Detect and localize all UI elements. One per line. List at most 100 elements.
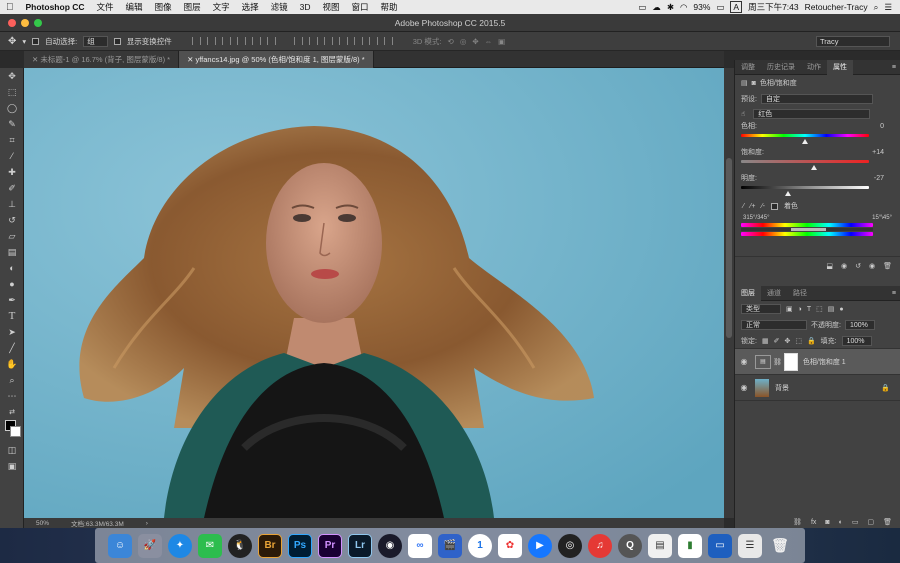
dock-quicktime-icon[interactable]: Q (618, 533, 642, 558)
delete-adjustment-icon[interactable]: 🗑 (883, 262, 892, 270)
dock-bridge-icon[interactable]: Br (258, 533, 282, 558)
layer-mask-thumbnail[interactable] (783, 352, 798, 371)
align-right-icon[interactable] (266, 37, 276, 45)
dock-baidu-icon[interactable]: ∞ (408, 533, 432, 558)
filter-adjust-icon[interactable]: ◑ (798, 306, 802, 313)
minimize-window-button[interactable] (21, 19, 29, 27)
layer-style-icon[interactable]: fx (811, 519, 816, 526)
distribute-hcenter-icon[interactable] (353, 37, 363, 45)
new-layer-icon[interactable]: ▢ (867, 518, 874, 526)
menu-help[interactable]: 帮助 (375, 1, 404, 13)
tab-paths[interactable]: 路径 (787, 286, 813, 301)
eyedropper-plus-icon[interactable]: ⁄+ (750, 203, 755, 210)
menu-select[interactable]: 选择 (236, 1, 265, 13)
background-color[interactable] (10, 426, 21, 437)
menu-3d[interactable]: 3D (294, 2, 317, 12)
dodge-tool-icon[interactable]: ● (0, 276, 24, 292)
dock-notes-icon[interactable]: ☰ (738, 533, 762, 558)
filter-toggle-icon[interactable]: ● (839, 306, 843, 313)
targeted-adjust-icon[interactable]: ☝ (741, 110, 745, 118)
document-canvas[interactable] (24, 68, 724, 518)
workspace-dropdown[interactable]: Tracy (816, 35, 890, 47)
filter-shape-icon[interactable]: ⬚ (816, 305, 823, 313)
quick-mask-icon[interactable]: ◫ (0, 442, 24, 458)
menu-filter[interactable]: 滤镜 (265, 1, 294, 13)
lightness-value[interactable]: -27 (874, 175, 884, 182)
align-bottom-icon[interactable] (221, 37, 231, 45)
scrollbar-thumb[interactable] (726, 158, 732, 338)
layer-row-hue-saturation[interactable]: ◉ ▤ ⛓ 色相/饱和度 1 (735, 349, 900, 375)
hue-slider-thumb[interactable] (802, 139, 808, 144)
tab-properties[interactable]: 属性 (827, 59, 853, 75)
pen-tool-icon[interactable]: ✒ (0, 292, 24, 308)
hue-slider[interactable] (741, 134, 869, 137)
dock-preview-icon[interactable]: ▤ (648, 533, 672, 558)
history-brush-tool-icon[interactable]: ↺ (0, 212, 24, 228)
layer-name[interactable]: 色相/饱和度 1 (803, 357, 846, 367)
tab-document-2[interactable]: ✕ yffancs14.jpg @ 50% (色相/饱和度 1, 图层蒙版/8)… (179, 51, 374, 68)
filter-pixel-icon[interactable]: ▣ (786, 305, 793, 313)
input-method-icon[interactable]: A (730, 1, 743, 13)
opacity-field[interactable]: 100% (844, 320, 875, 330)
user-name[interactable]: Retoucher-Tracy (805, 2, 868, 12)
crop-tool-icon[interactable]: ⌗ (0, 132, 24, 148)
tab-actions[interactable]: 动作 (801, 60, 827, 75)
new-adjustment-icon[interactable]: ◐ (839, 519, 843, 526)
screen-mode-icon[interactable]: ▣ (0, 458, 24, 474)
layer-row-background[interactable]: ◉ 背景 🔒 (735, 375, 900, 401)
filter-smart-icon[interactable]: ▤ (828, 305, 835, 313)
channel-dropdown[interactable]: 红色 (753, 108, 871, 119)
lock-artboard-icon[interactable]: ⬚ (795, 337, 802, 345)
align-vcenter-icon[interactable] (206, 37, 216, 45)
menu-app-name[interactable]: Photoshop CC (20, 2, 91, 12)
lasso-tool-icon[interactable]: ◯ (0, 100, 24, 116)
menu-layer[interactable]: 图层 (178, 1, 207, 13)
range-selector[interactable] (741, 228, 873, 231)
zoom-window-button[interactable] (34, 19, 42, 27)
dock-obs-icon[interactable]: ◎ (558, 533, 582, 558)
dock-tools-icon[interactable]: ✿ (498, 533, 522, 558)
more-tools-icon[interactable]: ⋯ (0, 388, 24, 404)
eraser-tool-icon[interactable]: ▱ (0, 228, 24, 244)
saturation-value[interactable]: +14 (872, 149, 884, 156)
chain-link-icon[interactable]: ⛓ (773, 358, 782, 366)
bluetooth-icon[interactable]: ✱ (667, 2, 674, 13)
path-select-tool-icon[interactable]: ➤ (0, 324, 24, 340)
reset-icon[interactable]: ↺ (855, 262, 861, 270)
color-swatches[interactable] (0, 420, 23, 442)
dock-chart-icon[interactable]: ▮ (678, 533, 702, 558)
distribute-right-icon[interactable] (368, 37, 378, 45)
move-tool-icon[interactable]: ✥ (0, 68, 24, 84)
move-tool-icon[interactable]: ✥ (8, 36, 16, 47)
layers-menu-icon[interactable]: ≡ (892, 290, 900, 297)
menu-view[interactable]: 视图 (317, 1, 346, 13)
menu-type[interactable]: 文字 (207, 1, 236, 13)
auto-select-checkbox[interactable] (32, 37, 40, 45)
close-window-button[interactable] (8, 19, 16, 27)
mask-icon[interactable]: ◙ (752, 80, 756, 87)
orbit-3d-icon[interactable]: ⟲ (448, 37, 454, 46)
distribute-vcenter-icon[interactable] (308, 37, 318, 45)
dock-launchpad-icon[interactable]: 🚀 (138, 533, 162, 558)
hand-tool-icon[interactable]: ✋ (0, 356, 24, 372)
auto-align-icon[interactable] (383, 37, 393, 45)
preset-dropdown[interactable]: 自定 (760, 93, 873, 104)
link-layers-icon[interactable]: ⛓ (793, 518, 802, 526)
menu-image[interactable]: 图像 (149, 1, 178, 13)
canvas-vertical-scrollbar[interactable] (724, 68, 734, 518)
lock-transparent-icon[interactable]: ▦ (762, 337, 769, 345)
lock-pixels-icon[interactable]: ✐ (774, 337, 780, 345)
eyedropper-tool-icon[interactable]: ⁄ (0, 148, 24, 164)
tab-channels[interactable]: 通道 (761, 286, 787, 301)
dock-finder-icon[interactable]: ☺ (108, 533, 132, 558)
distribute-top-icon[interactable] (293, 37, 303, 45)
dock-wechat-icon[interactable]: ✉ (198, 533, 222, 558)
dock-player-icon[interactable]: ▶ (528, 533, 552, 558)
search-icon[interactable]: ⌕ (874, 2, 879, 13)
tab-history[interactable]: 历史记录 (761, 60, 801, 75)
notification-icon[interactable]: ☰ (884, 2, 892, 13)
dock-cinema-icon[interactable]: ◉ (378, 533, 402, 558)
apple-menu-icon[interactable]:  (0, 2, 20, 13)
brush-tool-icon[interactable]: ✐ (0, 180, 24, 196)
tab-document-1[interactable]: ✕ 未标题-1 @ 16.7% (背子, 图层蒙版/8) * (24, 51, 180, 68)
